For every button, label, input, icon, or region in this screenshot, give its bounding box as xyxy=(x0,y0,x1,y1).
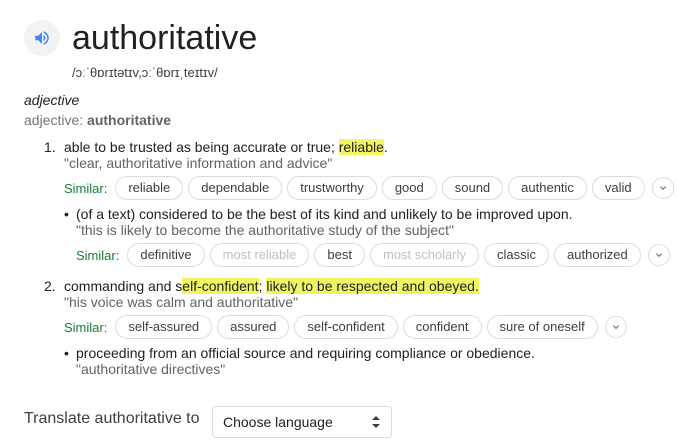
chevron-down-icon xyxy=(659,186,666,190)
similar-chip[interactable]: authorized xyxy=(554,243,641,267)
similar-chip[interactable]: trustworthy xyxy=(287,176,377,200)
sense-number: 1. xyxy=(44,139,56,155)
headword: authoritative xyxy=(72,19,258,57)
similar-chip[interactable]: sound xyxy=(441,176,504,200)
similar-label: Similar: xyxy=(64,319,108,335)
part-of-speech-line: adjective: authoritative xyxy=(24,112,171,128)
sub-sense-definition: proceeding from an official source and r… xyxy=(76,345,535,361)
speaker-icon xyxy=(35,31,49,45)
similar-row: Similar: self-assured assured self-confi… xyxy=(64,314,627,340)
sense-definition: able to be trusted as being accurate or … xyxy=(64,139,388,155)
sub-sense-bullet: • xyxy=(64,206,69,222)
similar-chip[interactable]: self-assured xyxy=(115,315,213,339)
similar-row: Similar: reliable dependable trustworthy… xyxy=(64,175,674,201)
sense-example: "clear, authoritative information and ad… xyxy=(64,155,333,171)
similar-chip[interactable]: good xyxy=(381,176,437,200)
similar-row: Similar: definitive most reliable best m… xyxy=(76,242,670,268)
sense-example: "his voice was calm and authoritative" xyxy=(64,294,299,310)
language-select-value: Choose language xyxy=(223,414,333,430)
language-select[interactable]: Choose language xyxy=(212,406,392,438)
similar-chip[interactable]: most reliable xyxy=(209,243,310,267)
similar-chip[interactable]: authentic xyxy=(508,176,587,200)
chevron-down-icon xyxy=(655,253,662,257)
similar-label: Similar: xyxy=(64,180,108,196)
definition-highlight: elf-confident xyxy=(182,278,259,294)
pronounce-button[interactable] xyxy=(24,20,60,56)
definition-text: commanding and s xyxy=(64,278,183,294)
similar-chip[interactable]: valid xyxy=(591,176,645,200)
definition-text: able to be trusted as being accurate or … xyxy=(64,139,339,155)
sub-sense-example: "authoritative directives" xyxy=(76,361,226,377)
definition-highlight: likely to be respected and obeyed. xyxy=(266,278,479,294)
similar-chip[interactable]: most scholarly xyxy=(369,243,480,267)
sub-sense-definition: (of a text) considered to be the best of… xyxy=(76,206,573,222)
translate-label: Translate authoritative to xyxy=(24,410,200,427)
chevron-down-icon xyxy=(612,325,619,329)
expand-similar-button[interactable] xyxy=(604,316,627,338)
similar-chip[interactable]: self-confident xyxy=(294,315,398,339)
phonetic-transcription: /ɔːˈθɒrɪtətɪv,ɔːˈθɒrɪˌteɪtɪv/ xyxy=(72,65,218,80)
similar-label: Similar: xyxy=(76,247,120,263)
similar-chip[interactable]: reliable xyxy=(115,176,184,200)
similar-chip[interactable]: assured xyxy=(217,315,290,339)
definition-text: . xyxy=(383,139,388,155)
expand-similar-button[interactable] xyxy=(651,177,674,199)
sense-number: 2. xyxy=(44,278,56,294)
expand-similar-button[interactable] xyxy=(647,244,670,266)
sense-definition: commanding and self-confident; likely to… xyxy=(64,278,479,294)
part-of-speech: adjective xyxy=(24,92,80,108)
similar-chip[interactable]: classic xyxy=(484,243,550,267)
select-arrows-icon xyxy=(372,416,380,428)
sub-sense-example: "this is likely to become the authoritat… xyxy=(76,222,455,238)
similar-chip[interactable]: dependable xyxy=(188,176,283,200)
similar-chip[interactable]: definitive xyxy=(127,243,205,267)
sub-sense-bullet: • xyxy=(64,345,69,361)
definition-highlight: reliable xyxy=(338,139,384,155)
similar-chip[interactable]: sure of oneself xyxy=(486,315,598,339)
similar-chip[interactable]: best xyxy=(314,243,365,267)
similar-chip[interactable]: confident xyxy=(402,315,482,339)
pos-word: authoritative xyxy=(87,112,172,128)
pos-prefix: adjective: xyxy=(24,112,84,128)
